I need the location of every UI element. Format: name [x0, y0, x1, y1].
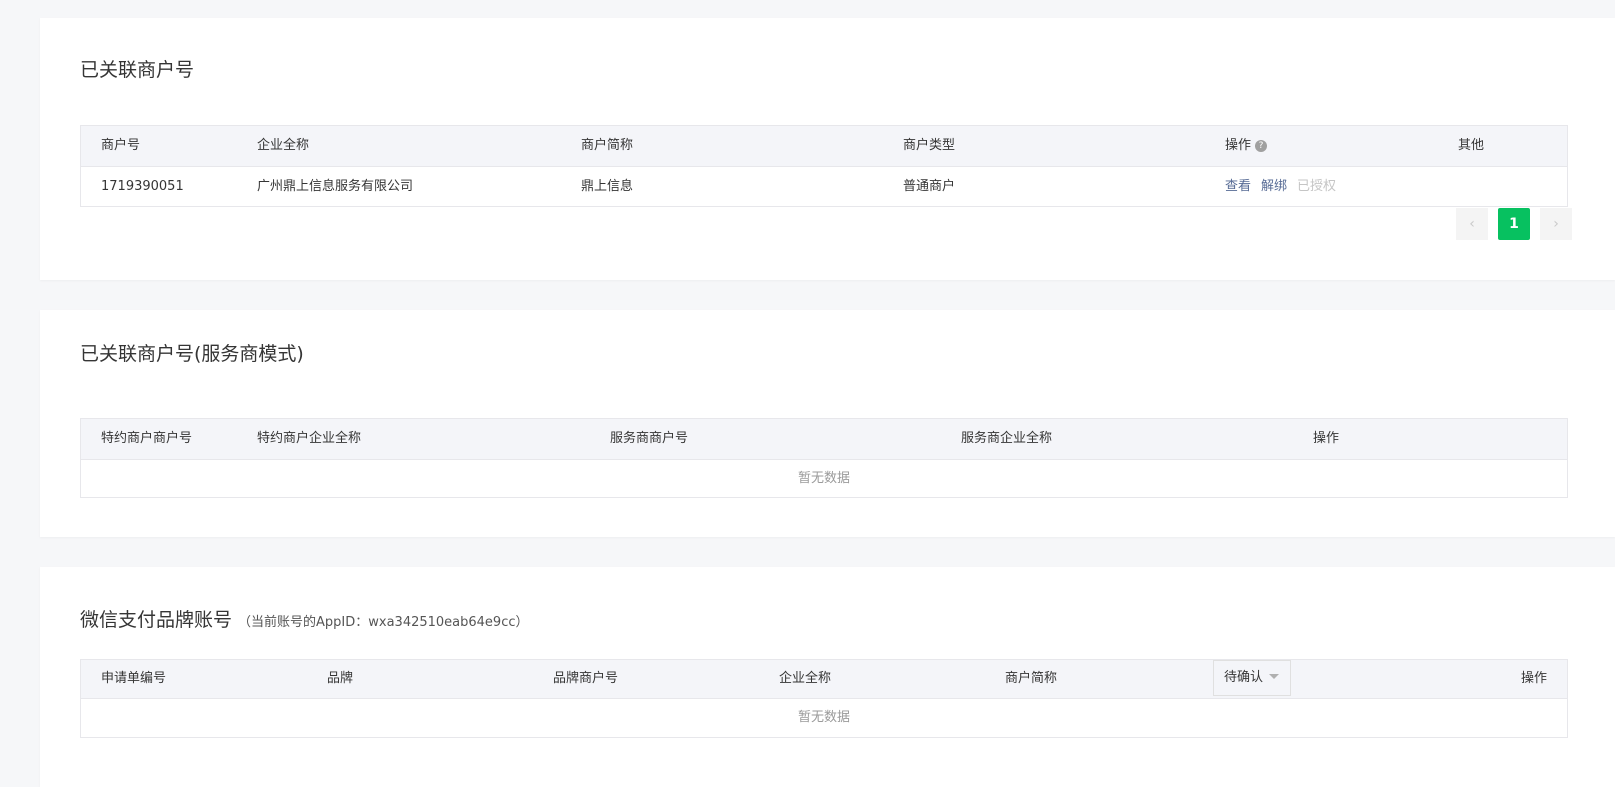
page-1-button[interactable]: 1	[1498, 208, 1530, 240]
status-filter-value: 待确认	[1224, 670, 1264, 685]
col-sp-company-name: 服务商企业全称	[961, 431, 1053, 446]
col-merchant-no: 商户号	[101, 138, 141, 153]
col-brand: 品牌	[327, 671, 354, 686]
service-provider-merchants-title: 已关联商户号(服务商模式)	[80, 343, 304, 365]
col-sub-merchant-no: 特约商户商户号	[101, 431, 193, 446]
col-sp-merchant-no: 服务商商户号	[610, 431, 689, 446]
brand-accounts-title: 微信支付品牌账号	[80, 609, 233, 631]
brand-accounts-heading: 微信支付品牌账号 （当前账号的AppID：wxa342510eab64e9cc）	[80, 605, 529, 632]
empty-row: 暂无数据	[81, 460, 1567, 497]
linked-merchants-card: 已关联商户号 商户号 企业全称 商户简称 商户类型 操作? 其他 1719390…	[40, 18, 1615, 280]
merchant-type: 普通商户	[903, 179, 956, 194]
brand-accounts-table: 申请单编号 品牌 品牌商户号 企业全称 商户简称 待确认 操作 暂无数据	[80, 659, 1568, 738]
linked-merchants-table: 商户号 企业全称 商户简称 商户类型 操作? 其他 1719390051 广州鼎…	[80, 125, 1568, 207]
prev-page-button[interactable]: ‹	[1456, 208, 1488, 240]
col-short-name: 商户简称	[581, 138, 634, 153]
col-company-name: 企业全称	[779, 671, 832, 686]
col-company-name: 企业全称	[257, 138, 310, 153]
col-sub-company-name: 特约商户企业全称	[257, 431, 362, 446]
col-actions: 操作	[1520, 671, 1547, 686]
status-filter-select[interactable]: 待确认	[1213, 660, 1291, 696]
authorized-label: 已授权	[1297, 179, 1337, 194]
table-header: 申请单编号 品牌 品牌商户号 企业全称 商户简称 待确认 操作	[81, 660, 1567, 699]
col-actions: 操作?	[1225, 126, 1268, 166]
help-icon[interactable]: ?	[1255, 140, 1268, 152]
appid-subtitle: （当前账号的AppID：wxa342510eab64e9cc）	[238, 615, 529, 630]
empty-row: 暂无数据	[81, 699, 1567, 737]
col-short-name: 商户简称	[1005, 671, 1058, 686]
short-name: 鼎上信息	[581, 179, 634, 194]
chevron-down-icon	[1269, 674, 1280, 679]
table-header: 商户号 企业全称 商户简称 商户类型 操作? 其他	[81, 126, 1567, 167]
row-actions: 查看 解绑 已授权	[1225, 167, 1336, 206]
empty-text: 暂无数据	[797, 710, 850, 725]
col-actions: 操作	[1313, 431, 1340, 446]
col-other: 其他	[1458, 138, 1485, 153]
col-actions-label: 操作	[1225, 138, 1252, 153]
linked-merchants-title: 已关联商户号	[80, 59, 195, 81]
col-merchant-type: 商户类型	[903, 138, 956, 153]
unbind-link[interactable]: 解绑	[1261, 179, 1287, 194]
col-brand-merchant-no: 品牌商户号	[553, 671, 619, 686]
service-provider-merchants-table: 特约商户商户号 特约商户企业全称 服务商商户号 服务商企业全称 操作 暂无数据	[80, 418, 1568, 498]
next-page-button[interactable]: ›	[1540, 208, 1572, 240]
empty-text: 暂无数据	[797, 471, 850, 486]
merchant-no: 1719390051	[101, 179, 184, 194]
brand-accounts-card: 微信支付品牌账号 （当前账号的AppID：wxa342510eab64e9cc） …	[40, 567, 1615, 787]
col-application-no: 申请单编号	[101, 671, 167, 686]
table-row: 1719390051 广州鼎上信息服务有限公司 鼎上信息 普通商户 查看 解绑 已授…	[81, 167, 1567, 206]
company-name: 广州鼎上信息服务有限公司	[257, 179, 414, 194]
view-link[interactable]: 查看	[1225, 179, 1251, 194]
service-provider-merchants-card: 已关联商户号(服务商模式) 特约商户商户号 特约商户企业全称 服务商商户号 服务…	[40, 310, 1615, 537]
table-header: 特约商户商户号 特约商户企业全称 服务商商户号 服务商企业全称 操作	[81, 419, 1567, 460]
